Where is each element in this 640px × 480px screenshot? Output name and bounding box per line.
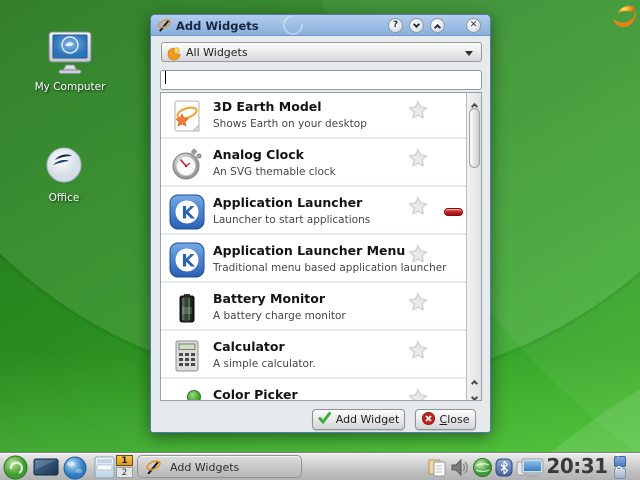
desktop-icon-label: My Computer bbox=[34, 81, 106, 93]
chevron-down-icon bbox=[465, 51, 473, 56]
text-cursor bbox=[165, 71, 166, 84]
widget-row-application-launcher[interactable]: K Application Launcher Launcher to start… bbox=[161, 189, 466, 235]
add-widget-button[interactable]: Add Widget bbox=[312, 409, 405, 430]
svg-text:K: K bbox=[181, 204, 195, 224]
close-button[interactable]: Close bbox=[415, 409, 476, 430]
widget-list: 3D Earth Model Shows Earth on your deskt… bbox=[160, 92, 482, 401]
plasma-cashew-icon[interactable] bbox=[608, 1, 638, 35]
favorite-star-icon[interactable] bbox=[407, 99, 429, 125]
chevron-down-icon bbox=[470, 393, 479, 400]
widget-row-3d-earth-model[interactable]: 3D Earth Model Shows Earth on your deskt… bbox=[161, 93, 466, 139]
help-button[interactable]: ? bbox=[388, 18, 403, 33]
swirl-watermark-icon bbox=[279, 11, 307, 39]
panel-clock[interactable]: 20:31 bbox=[544, 454, 610, 478]
favorite-star-icon[interactable] bbox=[407, 339, 429, 365]
computer-monitor-icon bbox=[45, 31, 95, 79]
scroll-up-button[interactable] bbox=[468, 94, 481, 111]
search-box bbox=[160, 68, 482, 90]
panel-lock-icon[interactable] bbox=[614, 468, 626, 479]
desktop-icon-office[interactable]: Office bbox=[16, 146, 112, 204]
file-manager-icon[interactable] bbox=[94, 456, 115, 480]
kde-logo-icon: K bbox=[169, 242, 205, 282]
calculator-icon bbox=[169, 338, 205, 378]
widget-description: A simple calculator. bbox=[213, 358, 316, 370]
list-scrollbar[interactable] bbox=[466, 93, 481, 400]
show-desktop-icon[interactable] bbox=[33, 458, 59, 480]
kde-logo-icon: K bbox=[169, 194, 205, 234]
volume-tray-icon[interactable] bbox=[450, 458, 470, 480]
favorite-star-icon[interactable] bbox=[407, 387, 429, 400]
red-close-icon bbox=[421, 411, 435, 428]
chevron-up-icon bbox=[433, 23, 442, 32]
widget-search-input[interactable] bbox=[160, 70, 482, 90]
widget-filter-dropdown[interactable]: All Widgets bbox=[161, 42, 482, 62]
widget-name: Battery Monitor bbox=[213, 291, 325, 306]
screen: My Computer Office Add Widgets ? ✕ All W… bbox=[0, 0, 640, 480]
taskbar-task-add-widgets[interactable]: Add Widgets bbox=[137, 455, 302, 478]
bluetooth-device-tray-icon[interactable] bbox=[494, 457, 514, 480]
scrollbar-thumb[interactable] bbox=[469, 108, 480, 168]
office-suite-icon bbox=[44, 147, 84, 190]
shade-down-button[interactable] bbox=[409, 18, 424, 33]
widget-row-calculator[interactable]: Calculator A simple calculator. bbox=[161, 333, 466, 379]
stopwatch-icon bbox=[169, 146, 205, 186]
filter-selected-value: All Widgets bbox=[186, 46, 248, 59]
scroll-down-button[interactable] bbox=[468, 385, 481, 400]
remove-widget-minus-icon[interactable] bbox=[444, 208, 463, 216]
desktop-icon-label: Office bbox=[48, 192, 80, 204]
desktop-icon-my-computer[interactable]: My Computer bbox=[22, 30, 118, 93]
widget-row-analog-clock[interactable]: Analog Clock An SVG themable clock bbox=[161, 141, 466, 187]
battery-icon bbox=[169, 290, 205, 330]
widget-description: Shows Earth on your desktop bbox=[213, 118, 367, 130]
plasma-logo-icon bbox=[167, 46, 181, 65]
widget-row-battery-monitor[interactable]: Battery Monitor A battery charge monitor bbox=[161, 285, 466, 331]
clipboard-tray-icon[interactable] bbox=[427, 458, 447, 480]
pager-desktop-2[interactable]: 2 bbox=[116, 467, 133, 478]
task-label: Add Widgets bbox=[170, 461, 240, 474]
network-tray-icon[interactable] bbox=[472, 457, 493, 480]
widget-name: Color Picker bbox=[213, 387, 298, 401]
earth-document-icon bbox=[169, 98, 205, 138]
taskbar-panel: 1 2 Add Widgets 20:31 bbox=[0, 452, 640, 480]
web-browser-globe-icon[interactable] bbox=[62, 455, 88, 480]
svg-text:K: K bbox=[181, 252, 195, 272]
magic-wand-icon bbox=[145, 459, 162, 480]
widget-name: Application Launcher Menu bbox=[213, 243, 406, 258]
dialog-title: Add Widgets bbox=[176, 19, 259, 33]
close-window-button[interactable]: ✕ bbox=[466, 18, 481, 33]
dialog-titlebar[interactable]: Add Widgets ? ✕ bbox=[151, 11, 490, 39]
widget-name: Analog Clock bbox=[213, 147, 304, 162]
favorite-star-icon[interactable] bbox=[407, 243, 429, 269]
add-widgets-dialog: Add Widgets ? ✕ All Widgets 3D Earth Mod… bbox=[150, 11, 491, 433]
check-icon bbox=[318, 412, 331, 427]
virtual-desktop-pager: 1 2 bbox=[116, 455, 134, 479]
widget-description: Launcher to start applications bbox=[213, 214, 371, 226]
widget-description: An SVG themable clock bbox=[213, 166, 336, 178]
widget-row-color-picker[interactable]: Color Picker bbox=[161, 381, 466, 401]
widget-name: 3D Earth Model bbox=[213, 99, 322, 114]
pager-desktop-1[interactable]: 1 bbox=[116, 455, 133, 466]
favorite-star-icon[interactable] bbox=[407, 291, 429, 317]
add-widget-label: Add Widget bbox=[335, 413, 400, 426]
magic-wand-icon bbox=[157, 18, 172, 37]
widget-description: A battery charge monitor bbox=[213, 310, 346, 322]
close-label: Close bbox=[439, 413, 470, 426]
widget-row-application-launcher-menu[interactable]: K Application Launcher Menu Traditional … bbox=[161, 237, 466, 283]
favorite-star-icon[interactable] bbox=[407, 147, 429, 173]
scroll-up-button-bottom[interactable] bbox=[468, 371, 481, 388]
chevron-down-icon bbox=[412, 20, 421, 29]
device-notifier-icon[interactable] bbox=[516, 458, 544, 480]
favorite-star-icon[interactable] bbox=[407, 195, 429, 221]
kickoff-menu-icon[interactable] bbox=[3, 455, 28, 480]
color-picker-icon bbox=[169, 386, 205, 400]
shade-up-button[interactable] bbox=[430, 18, 445, 33]
widget-name: Calculator bbox=[213, 339, 285, 354]
widget-name: Application Launcher bbox=[213, 195, 363, 210]
